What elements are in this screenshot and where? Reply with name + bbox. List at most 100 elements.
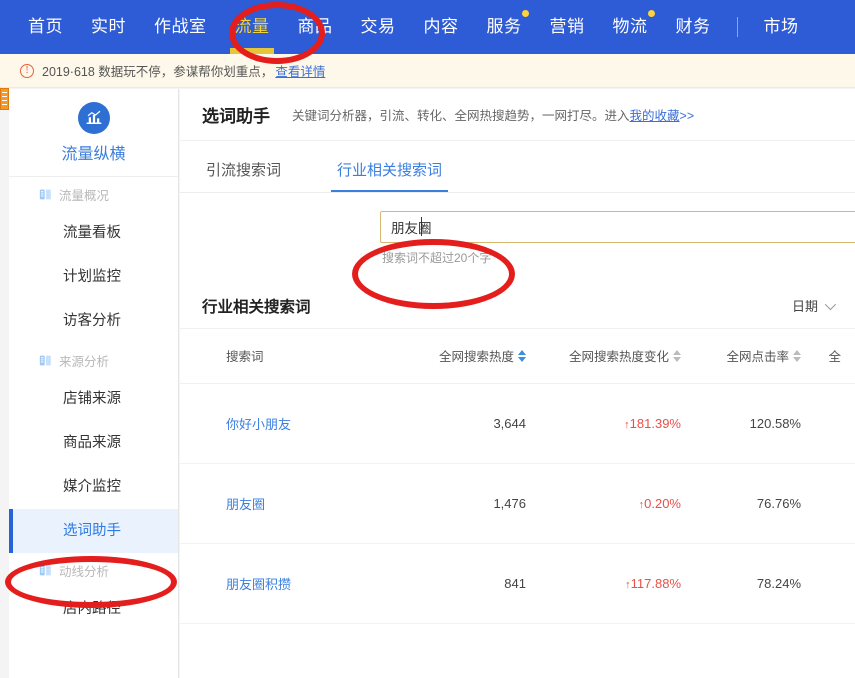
- tab-bar: 引流搜索词 行业相关搜索词: [180, 141, 855, 193]
- sidebar-app-title: 流量纵横: [61, 145, 126, 163]
- notification-dot-icon: [647, 10, 655, 17]
- table-row[interactable]: 你好小朋友 3,644 ↑181.39% 120.58%: [180, 383, 855, 464]
- cell-truncated: [815, 383, 855, 464]
- sidebar-item-label: 店铺来源: [63, 391, 121, 407]
- sidebar-header: 流量纵横: [9, 89, 178, 177]
- tab-industry-keywords[interactable]: 行业相关搜索词: [331, 159, 449, 192]
- cell-heat-change-value: 0.20%: [644, 495, 681, 511]
- cell-keyword[interactable]: 朋友圈积攒: [180, 543, 410, 624]
- sidebar-item-plan-monitor[interactable]: 计划监控: [9, 255, 178, 299]
- exclamation-circle-icon: !: [20, 63, 34, 78]
- sidebar-item-shop-source[interactable]: 店铺来源: [9, 377, 178, 421]
- column-header-label: 搜索词: [226, 350, 264, 365]
- cell-keyword[interactable]: 你好小朋友: [180, 383, 410, 464]
- column-header-label: 全网搜索热度: [438, 350, 514, 365]
- nav-item-label: 流量: [234, 17, 270, 36]
- column-header-truncated[interactable]: 全: [815, 329, 855, 384]
- nav-item-label: 内容: [423, 17, 459, 36]
- sidebar-group-label: 流量概况: [59, 188, 110, 203]
- my-favorites-link[interactable]: 我的收藏: [630, 109, 680, 123]
- column-header-label: 全: [828, 350, 841, 365]
- table-row[interactable]: 朋友圈 1,476 ↑0.20% 76.76%: [180, 463, 855, 544]
- sidebar-group-source-analysis: 来源分析: [9, 343, 178, 377]
- cell-search-heat: 3,644: [410, 383, 540, 464]
- nav-item-label: 作战室: [154, 17, 207, 36]
- section-header: 行业相关搜索词 日期: [180, 283, 855, 329]
- cell-heat-change-value: 117.88%: [630, 575, 681, 591]
- page-subtitle-text: 关键词分析器，引流、转化、全网热搜趋势，一网打尽。进入: [292, 109, 630, 123]
- text-cursor: [421, 217, 422, 236]
- page-title: 选词助手: [202, 107, 270, 126]
- column-header-search-heat[interactable]: 全网搜索热度: [410, 329, 540, 384]
- sidebar-item-keyword-helper[interactable]: 选词助手: [9, 509, 178, 553]
- sidebar-item-label: 商品来源: [63, 435, 121, 451]
- nav-item-service[interactable]: 服务: [473, 0, 536, 54]
- sidebar-item-in-store-path[interactable]: 店内路径: [9, 587, 178, 631]
- sort-arrows-icon[interactable]: [793, 349, 801, 362]
- cell-search-heat: 1,476: [410, 463, 540, 544]
- page-header: 选词助手 关键词分析器，引流、转化、全网热搜趋势，一网打尽。进入我的收藏>>: [180, 89, 855, 141]
- nav-item-label: 商品: [297, 17, 333, 36]
- chevron-down-icon: [824, 298, 837, 310]
- sidebar-collapse-handle-icon[interactable]: [0, 88, 9, 110]
- cell-click-rate: 76.76%: [695, 463, 815, 544]
- report-icon: [39, 564, 52, 577]
- sidebar-item-traffic-board[interactable]: 流量看板: [9, 211, 178, 255]
- cell-heat-change: ↑0.20%: [540, 463, 695, 544]
- chevron-double-right-icon: >>: [679, 109, 695, 123]
- table-header-row: 搜索词 全网搜索热度 全网搜索热度变化 全网点击率 全: [180, 329, 855, 384]
- nav-item-label: 实时: [91, 17, 126, 36]
- sidebar-item-media-monitor[interactable]: 媒介监控: [9, 465, 178, 509]
- nav-item-content[interactable]: 内容: [410, 0, 473, 54]
- sidebar-item-label: 选词助手: [63, 523, 121, 539]
- sidebar-item-visitor-analysis[interactable]: 访客分析: [9, 299, 178, 343]
- search-area: 搜索词不超过20个字: [180, 193, 855, 283]
- table-row[interactable]: 朋友圈积攒 841 ↑117.88% 78.24%: [180, 543, 855, 624]
- nav-item-traffic[interactable]: 流量: [221, 0, 284, 54]
- column-header-label: 全网搜索热度变化: [568, 350, 669, 365]
- sort-arrows-icon[interactable]: [518, 349, 526, 362]
- cell-keyword[interactable]: 朋友圈: [180, 463, 410, 544]
- tab-traffic-keywords[interactable]: 引流搜索词: [202, 159, 285, 192]
- nav-item-warroom[interactable]: 作战室: [140, 0, 221, 54]
- nav-item-logistics[interactable]: 物流: [599, 0, 662, 54]
- column-header-label: 全网点击率: [726, 350, 789, 365]
- sidebar-item-label: 媒介监控: [63, 479, 121, 495]
- nav-item-market[interactable]: 市场: [750, 0, 813, 54]
- sidebar: 流量纵横 流量概况 流量看板 计划监控 访客分析 来源分析 店铺来源 商品来源 …: [9, 89, 179, 678]
- date-selector-label: 日期: [791, 299, 818, 314]
- cell-heat-change-value: 181.39%: [629, 415, 681, 431]
- report-icon: [39, 188, 52, 201]
- nav-item-marketing[interactable]: 营销: [536, 0, 599, 54]
- nav-item-finance[interactable]: 财务: [662, 0, 725, 54]
- nav-item-label: 服务: [486, 17, 522, 36]
- sidebar-item-product-source[interactable]: 商品来源: [9, 421, 178, 465]
- nav-item-home[interactable]: 首页: [14, 0, 77, 54]
- sidebar-group-label: 来源分析: [59, 354, 110, 369]
- sidebar-group-path-analysis: 动线分析: [9, 553, 178, 587]
- nav-item-realtime[interactable]: 实时: [77, 0, 140, 54]
- column-header-search-heat-change[interactable]: 全网搜索热度变化: [540, 329, 695, 384]
- column-header-click-rate[interactable]: 全网点击率: [695, 329, 815, 384]
- nav-item-transaction[interactable]: 交易: [347, 0, 410, 54]
- search-hint-text: 搜索词不超过20个字: [382, 251, 492, 265]
- sort-arrows-icon[interactable]: [673, 349, 681, 362]
- app-root: 首页 实时 作战室 流量 商品 交易 内容 服务 营销 物流 财务 市场 ! 2…: [0, 0, 855, 678]
- nav-item-label: 市场: [763, 17, 799, 36]
- search-input[interactable]: [380, 211, 855, 243]
- cell-heat-change: ↑181.39%: [540, 383, 695, 464]
- notice-link[interactable]: 查看详情: [275, 65, 325, 79]
- cell-click-rate: 120.58%: [695, 383, 815, 464]
- nav-item-label: 营销: [549, 17, 585, 36]
- sidebar-item-label: 访客分析: [63, 313, 121, 329]
- tab-label: 行业相关搜索词: [337, 162, 443, 179]
- nav-item-product[interactable]: 商品: [284, 0, 347, 54]
- section-title: 行业相关搜索词: [202, 298, 311, 316]
- column-header-keyword[interactable]: 搜索词: [180, 329, 410, 384]
- date-selector[interactable]: 日期: [791, 296, 837, 315]
- notification-dot-icon: [521, 10, 529, 17]
- nav-item-label: 物流: [612, 17, 648, 36]
- sidebar-item-label: 流量看板: [63, 225, 121, 241]
- notice-text: 2019·618 数据玩不停，参谋帮你划重点， 查看详情: [42, 61, 325, 80]
- sidebar-item-label: 店内路径: [63, 601, 121, 617]
